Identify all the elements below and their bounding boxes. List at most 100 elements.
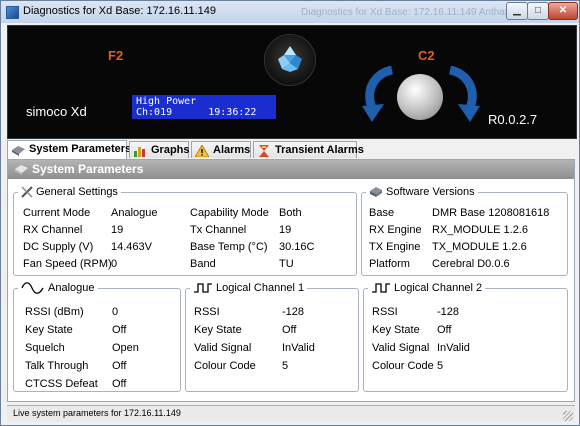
panel-title: System Parameters [32, 162, 144, 176]
software-versions-label: Software Versions [386, 186, 475, 198]
simoco-logo-icon [278, 46, 302, 72]
base-label: Base [369, 207, 395, 219]
analogue-key-state-label: Key State [25, 324, 73, 336]
ch1-rssi-label: RSSI [194, 306, 220, 318]
ch1-key-state-label: Key State [194, 324, 242, 336]
tab-label: Graphs [151, 144, 190, 156]
general-settings-label: General Settings [36, 186, 118, 198]
lcd-line-2: Ch:019 19:36:22 [136, 107, 257, 118]
rx-channel-label: RX Channel [23, 224, 83, 236]
device-front-panel: F2 C2 simoco Xd High Power Ch:019 19:36:… [7, 25, 577, 139]
ctcss-defeat-label: CTCSS Defeat [25, 378, 98, 390]
bar-chart-icon [134, 147, 145, 157]
rx-channel-value: 19 [111, 224, 124, 236]
panel-header: System Parameters [8, 160, 574, 179]
software-versions-title: Software Versions [366, 185, 478, 199]
c2-label: C2 [418, 48, 435, 63]
tab-label: Alarms [213, 144, 251, 156]
base-value: DMR Base 1208081618 [432, 207, 550, 219]
diagnostics-window: Diagnostics for Xd Base: 172.16.11.149 D… [0, 0, 580, 426]
platform-value: Cerebral D0.0.6 [432, 258, 510, 270]
capability-mode-value: Both [279, 207, 302, 219]
warning-icon [195, 145, 209, 157]
software-icon [370, 187, 382, 198]
tab-label: Transient Alarms [275, 144, 364, 156]
general-settings-title: General Settings [18, 185, 121, 199]
minimize-icon: ▁ [513, 5, 521, 16]
ch2-key-state-value: Off [437, 324, 452, 336]
square-wave-icon [372, 283, 390, 293]
capability-mode-label: Capability Mode [190, 207, 269, 219]
maximize-icon: □ [534, 5, 542, 16]
talk-through-label: Talk Through [25, 360, 89, 372]
rotate-left-icon[interactable] [358, 66, 400, 124]
ch2-colour-code-value: 5 [437, 360, 444, 372]
tx-engine-value: TX_MODULE 1.2.6 [432, 241, 527, 253]
ch1-colour-code-value: 5 [282, 360, 289, 372]
window-title: Diagnostics for Xd Base: 172.16.11.149 [23, 5, 217, 17]
tab-transient-alarms[interactable]: Transient Alarms [253, 141, 364, 158]
logical-channel-2-group: Logical Channel 2 RSSI -128 Key State Of… [363, 281, 568, 392]
ch1-colour-code-label: Colour Code [194, 360, 256, 372]
system-icon [12, 146, 25, 156]
sine-wave-icon [21, 282, 44, 294]
title-bar[interactable]: Diagnostics for Xd Base: 172.16.11.149 D… [1, 1, 579, 23]
base-temp-label: Base Temp (°C) [190, 241, 268, 253]
ch2-key-state-label: Key State [372, 324, 420, 336]
tab-strip: System Parameters Graphs Alarms Transien… [7, 140, 575, 159]
ch1-rssi-value: -128 [282, 306, 305, 318]
ch2-rssi-label: RSSI [372, 306, 398, 318]
dc-supply-label: DC Supply (V) [23, 241, 94, 253]
analogue-rssi-value: 0 [112, 306, 119, 318]
band-value: TU [279, 258, 294, 270]
ch2-colour-code-label: Colour Code [372, 360, 434, 372]
logical-channel-1-label: Logical Channel 1 [216, 282, 305, 294]
channel-knob[interactable] [397, 74, 443, 120]
logo-button[interactable] [264, 34, 316, 86]
platform-label: Platform [369, 258, 410, 270]
dc-supply-value: 14.463V [111, 241, 152, 253]
current-mode-value: Analogue [111, 207, 158, 219]
lcd-line-1: High Power [136, 96, 197, 107]
fan-speed-value: 0 [111, 258, 118, 270]
analogue-key-state-value: Off [112, 324, 127, 336]
base-temp-value: 30.16C [279, 241, 315, 253]
resize-grip[interactable] [563, 411, 573, 421]
tab-system-parameters[interactable]: System Parameters [7, 140, 131, 159]
logical-channel-2-title: Logical Channel 2 [368, 281, 486, 295]
system-parameters-panel: System Parameters General Settings Curre… [7, 159, 575, 402]
tx-engine-label: TX Engine [369, 241, 421, 253]
close-button[interactable]: ✕ [548, 2, 578, 20]
tab-graphs[interactable]: Graphs [129, 141, 190, 158]
fan-speed-label: Fan Speed (RPM) [23, 258, 112, 270]
f2-label: F2 [108, 48, 124, 63]
squelch-value: Open [112, 342, 139, 354]
minimize-button[interactable]: ▁ [506, 2, 528, 20]
logical-channel-2-label: Logical Channel 2 [394, 282, 483, 294]
maximize-button[interactable]: □ [527, 2, 549, 20]
ch2-rssi-value: -128 [437, 306, 460, 318]
tab-label: System Parameters [29, 143, 132, 155]
square-wave-icon [194, 283, 212, 293]
analogue-rssi-label: RSSI (dBm) [25, 306, 84, 318]
general-settings-group: General Settings Current Mode Analogue C… [13, 185, 357, 276]
lcd-display: High Power Ch:019 19:36:22 [132, 95, 276, 119]
tx-channel-label: Tx Channel [190, 224, 247, 236]
analogue-label: Analogue [48, 282, 95, 294]
brand-label: simoco Xd [26, 104, 87, 119]
logical-channel-1-group: Logical Channel 1 RSSI -128 Key State Of… [185, 281, 359, 392]
tx-channel-value: 19 [279, 224, 292, 236]
rx-engine-value: RX_MODULE 1.2.6 [432, 224, 528, 236]
squelch-label: Squelch [25, 342, 65, 354]
transient-alarm-icon [259, 145, 269, 157]
analogue-title: Analogue [18, 281, 98, 295]
ctcss-defeat-value: Off [112, 378, 127, 390]
status-text: Live system parameters for 172.16.11.149 [13, 408, 181, 418]
ch1-valid-signal-label: Valid Signal [194, 342, 252, 354]
ch2-valid-signal-label: Valid Signal [372, 342, 430, 354]
logical-channel-1-title: Logical Channel 1 [190, 281, 308, 295]
rotate-right-icon[interactable] [442, 66, 484, 124]
rx-engine-label: RX Engine [369, 224, 422, 236]
tools-icon [21, 186, 33, 198]
tab-alarms[interactable]: Alarms [191, 141, 251, 158]
